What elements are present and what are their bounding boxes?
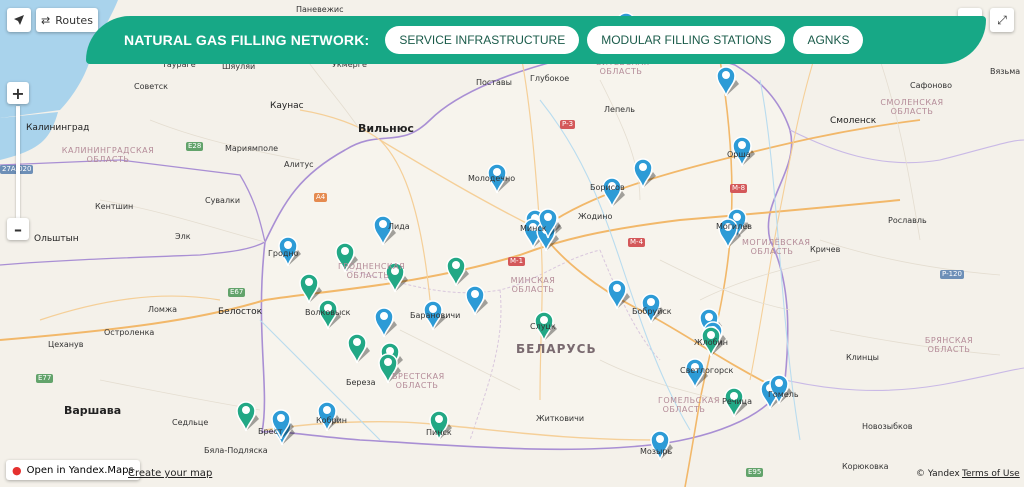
city-label: Мариямполе xyxy=(225,144,279,153)
banner-title: NATURAL GAS FILLING NETWORK: xyxy=(124,32,370,48)
map-pin-icon: ● xyxy=(12,463,22,477)
city-label: Лепель xyxy=(604,105,635,114)
location-arrow-icon xyxy=(14,15,24,25)
region-label: БРЯНСКАЯ ОБЛАСТЬ xyxy=(924,336,974,354)
route-icon: ⇄ xyxy=(41,13,51,27)
region-label: СМОЛЕНСКАЯ ОБЛАСТЬ xyxy=(880,98,944,116)
road-shield: M-8 xyxy=(730,184,748,193)
region-label: МИНСКАЯ ОБЛАСТЬ xyxy=(510,276,556,294)
city-label: Советск xyxy=(134,82,169,91)
routes-button[interactable]: ⇄ Routes xyxy=(36,8,98,32)
road-shield: E95 xyxy=(746,468,764,477)
city-label: Береза xyxy=(346,378,376,387)
region-label: ГРОДНЕНСКАЯ ОБЛАСТЬ xyxy=(338,262,406,280)
service-infrastructure-button[interactable]: SERVICE INFRASTRUCTURE xyxy=(385,26,580,54)
city-label: Молодечно xyxy=(468,174,516,183)
city-label: Белосток xyxy=(218,307,263,317)
map-canvas[interactable] xyxy=(0,0,1024,487)
region-label: МОГИЛЁВСКАЯ ОБЛАСТЬ xyxy=(742,238,811,256)
city-label: Мозырь xyxy=(640,447,673,456)
city-label: Борисов xyxy=(590,183,625,192)
road-shield: E28 xyxy=(186,142,204,151)
city-label: Гродно xyxy=(268,249,299,258)
city-label: Остроленка xyxy=(104,328,155,337)
city-label: Вязьма xyxy=(990,67,1021,76)
city-label: Светлогорск xyxy=(680,366,734,375)
city-label: Рославль xyxy=(888,216,927,225)
geolocation-button[interactable] xyxy=(7,8,31,32)
city-label: Могилёв xyxy=(716,222,752,231)
road-shield: E67 xyxy=(228,288,246,297)
city-label: Кентшин xyxy=(95,202,134,211)
city-label: Минск xyxy=(520,224,547,233)
city-label: Житковичи xyxy=(536,414,585,423)
open-in-yandex-maps-label: Open in Yandex.Maps xyxy=(26,464,134,476)
city-label: Барановичи xyxy=(410,311,461,320)
copyright-text: © Yandex xyxy=(916,469,960,479)
city-label: Пинск xyxy=(426,428,452,437)
city-label: Варшава xyxy=(64,404,122,417)
agnks-button[interactable]: AGNKS xyxy=(793,26,864,54)
road-shield: M-1 xyxy=(508,257,526,266)
city-label: Паневежис xyxy=(296,5,344,14)
city-label: Орша xyxy=(727,150,751,159)
terms-of-use-link[interactable]: Terms of Use xyxy=(962,469,1020,479)
routes-label: Routes xyxy=(55,13,93,27)
region-label: БРЕСТСКАЯ ОБЛАСТЬ xyxy=(392,372,445,390)
city-label: Брест xyxy=(258,427,283,436)
city-label: Корюковка xyxy=(842,462,889,471)
open-in-yandex-maps-button[interactable]: ● Open in Yandex.Maps xyxy=(6,460,140,480)
road-shield: E77 xyxy=(36,374,54,383)
city-label: Вильнюс xyxy=(358,122,414,135)
city-label: Слуцк xyxy=(530,322,556,331)
zoom-out-button[interactable]: – xyxy=(7,218,29,240)
city-label: Каунас xyxy=(270,101,304,111)
modular-filling-stations-button[interactable]: MODULAR FILLING STATIONS xyxy=(587,26,786,54)
expand-icon: ⤢ xyxy=(997,12,1007,27)
region-label: КАЛИНИНГРАДСКАЯ ОБЛАСТЬ xyxy=(61,146,155,164)
city-label: Жодино xyxy=(578,212,613,221)
road-shield: M-4 xyxy=(628,238,646,247)
fullscreen-button[interactable]: ⤢ xyxy=(990,8,1014,32)
city-label: Ломжа xyxy=(148,305,178,314)
city-label: Поставы xyxy=(476,78,512,87)
zoom-slider-track[interactable] xyxy=(16,106,20,218)
city-label: Кричев xyxy=(810,245,841,254)
city-label: Смоленск xyxy=(830,116,877,126)
city-label: Волковыск xyxy=(305,308,351,317)
city-label: Седльце xyxy=(172,418,209,427)
zoom-control: + – xyxy=(7,82,29,242)
city-label: Бобруйск xyxy=(632,307,672,316)
city-label: Кобрин xyxy=(316,416,348,425)
road-shield: P-3 xyxy=(560,120,576,129)
city-label: Речица xyxy=(722,397,753,406)
city-label: Сафоново xyxy=(910,81,952,90)
city-label: Жлобин xyxy=(694,338,728,347)
city-label: Цеханув xyxy=(48,340,84,349)
city-label: Алитус xyxy=(284,160,314,169)
zoom-in-button[interactable]: + xyxy=(7,82,29,104)
network-banner: NATURAL GAS FILLING NETWORK: SERVICE INF… xyxy=(86,16,986,64)
create-your-map-link[interactable]: Create your map xyxy=(128,468,212,479)
city-label: Бяла-Подляска xyxy=(204,446,268,455)
city-label: Новозыбков xyxy=(862,422,913,431)
city-label: Лида xyxy=(388,222,410,231)
city-label: Калининград xyxy=(26,123,90,133)
region-label: ГОМЕЛЬСКАЯ ОБЛАСТЬ xyxy=(658,396,720,414)
road-shield: P-120 xyxy=(940,270,964,279)
country-label: БЕЛАРУСЬ xyxy=(516,342,597,356)
road-shield: A4 xyxy=(314,193,328,202)
city-label: Клинцы xyxy=(846,353,879,362)
city-label: Элк xyxy=(175,232,191,241)
city-label: Сувалки xyxy=(205,196,241,205)
city-label: Ольштын xyxy=(34,234,79,244)
city-label: Глубокое xyxy=(530,74,570,83)
city-label: Гомель xyxy=(768,390,799,399)
